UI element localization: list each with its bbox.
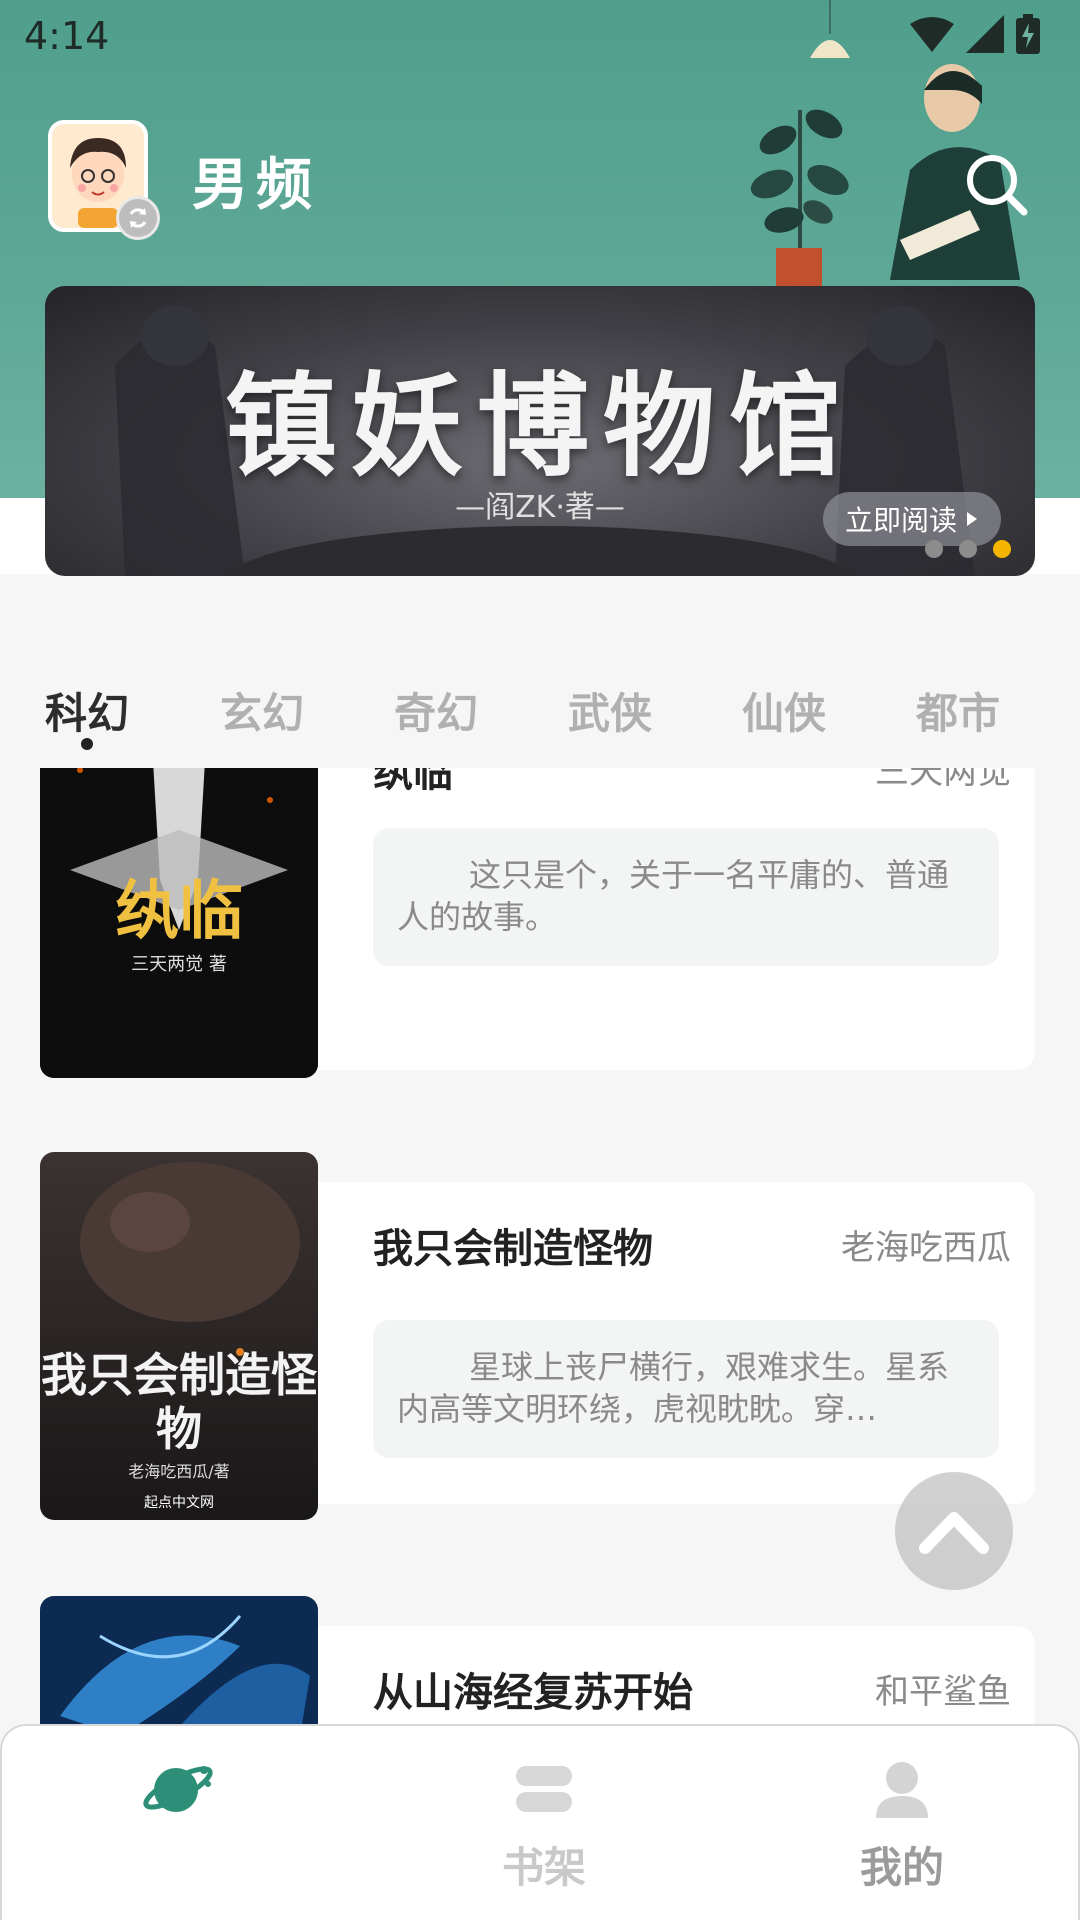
cover-byline: 老海吃西瓜/著 — [128, 1462, 230, 1481]
book-title: 纨临 — [373, 768, 453, 796]
banner-dot[interactable] — [925, 540, 943, 558]
featured-banner[interactable]: 镇妖博物馆 —阎ZK·著— 立即阅读 — [45, 286, 1035, 576]
status-time: 4:14 — [24, 14, 110, 58]
book-description: 星球上丧尸横行，艰难求生。星系内高等文明环绕，虎视眈眈。穿… — [373, 1320, 999, 1458]
cover-title: 纨临 — [115, 875, 243, 949]
channel-title[interactable]: 男频 — [192, 140, 320, 221]
read-now-label: 立即阅读 — [845, 504, 958, 537]
tab-urban[interactable]: 都市 — [916, 680, 1000, 741]
scroll-to-top-button[interactable] — [895, 1472, 1013, 1590]
user-icon — [876, 1762, 928, 1818]
banner-title: 镇妖博物馆 — [225, 362, 855, 492]
tab-indicator — [81, 738, 93, 750]
book-cover[interactable]: 我只会制造怪物 老海吃西瓜/著 起点中文网 — [40, 1152, 318, 1520]
book-item[interactable]: 从山海经复苏开始 和平鲨鱼 — [40, 1596, 1035, 1728]
search-icon — [967, 155, 1028, 216]
cover-publisher: 起点中文网 — [144, 1495, 214, 1511]
banner-dot[interactable] — [959, 540, 977, 558]
tab-wuxia[interactable]: 武侠 — [568, 680, 652, 741]
signal-icon — [966, 15, 1004, 53]
cover-title: 我只会制造怪物 — [41, 1348, 317, 1456]
battery-icon — [1016, 14, 1040, 54]
switch-channel-button[interactable] — [116, 196, 160, 240]
nav-bookshelf[interactable]: 书架 — [434, 1726, 654, 1916]
sync-icon — [129, 208, 147, 228]
book-list: 纨临 三天两觉 著 纨临 三天两觉 这只是个，关于一名平庸的、普通人的故事。 我… — [0, 768, 1080, 1728]
nav-discover[interactable] — [72, 1726, 292, 1916]
banner-dot-active[interactable] — [993, 540, 1011, 558]
chevron-up-icon — [919, 1512, 989, 1554]
book-cover[interactable] — [40, 1596, 318, 1728]
book-title: 我只会制造怪物 — [373, 1226, 653, 1272]
book-author: 三天两觉 — [875, 768, 1011, 792]
nav-bookshelf-label: 书架 — [501, 1843, 586, 1892]
lamp-decoration — [810, 0, 850, 58]
bookshelf-icon — [516, 1766, 572, 1812]
book-description: 这只是个，关于一名平庸的、普通人的故事。 — [373, 828, 999, 966]
wifi-icon — [910, 17, 954, 52]
cover-byline: 三天两觉 著 — [131, 954, 227, 975]
status-icons — [908, 14, 1040, 54]
play-arrow-icon — [967, 512, 978, 526]
tab-xuanhuan[interactable]: 玄幻 — [220, 680, 304, 741]
bottom-navigation: 书架 我的 — [0, 1724, 1080, 1920]
search-button[interactable] — [960, 148, 1032, 220]
planet-icon — [143, 1766, 213, 1812]
read-now-button[interactable]: 立即阅读 — [823, 492, 1002, 546]
book-item[interactable]: 纨临 三天两觉 著 纨临 三天两觉 这只是个，关于一名平庸的、普通人的故事。 — [40, 768, 1035, 1078]
book-author: 和平鲨鱼 — [875, 1672, 1011, 1712]
tab-scifi[interactable]: 科幻 — [45, 680, 129, 741]
cover-art — [40, 1596, 318, 1728]
book-cover[interactable]: 纨临 三天两觉 著 — [40, 768, 318, 1078]
plant-decoration — [750, 109, 849, 290]
book-author: 老海吃西瓜 — [841, 1228, 1011, 1268]
nav-mine[interactable]: 我的 — [792, 1726, 1012, 1916]
book-item[interactable]: 我只会制造怪物 老海吃西瓜/著 起点中文网 我只会制造怪物 老海吃西瓜 星球上丧… — [40, 1152, 1035, 1520]
category-tabs: 科幻 玄幻 奇幻 武侠 仙侠 都市 — [0, 680, 1080, 760]
book-title: 从山海经复苏开始 — [373, 1670, 693, 1716]
banner-pagination — [925, 540, 1011, 558]
nav-mine-label: 我的 — [859, 1843, 944, 1892]
tab-fantasy[interactable]: 奇幻 — [394, 680, 478, 741]
tab-xianxia[interactable]: 仙侠 — [742, 680, 826, 741]
